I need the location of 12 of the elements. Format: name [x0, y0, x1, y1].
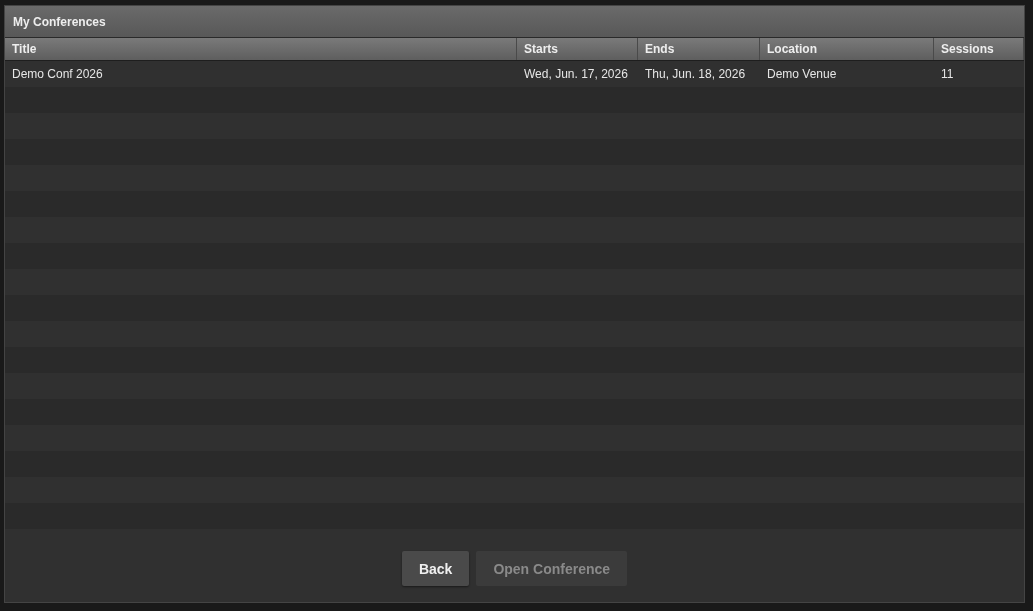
column-header[interactable]: Sessions	[934, 38, 1024, 60]
table-cell-text: 11	[940, 66, 955, 83]
column-header[interactable]: Location	[760, 38, 934, 60]
table-cell-text: Demo Conf 2026	[11, 66, 104, 83]
back-button[interactable]: Back	[401, 551, 470, 586]
column-header[interactable]: Title	[5, 38, 517, 60]
column-header[interactable]: Starts	[517, 38, 638, 60]
table-cell-text: Demo Venue	[766, 66, 838, 83]
table-cell-text: Wed, Jun. 17, 2026	[523, 66, 629, 83]
column-header[interactable]: Ends	[638, 38, 760, 60]
window-title: My Conferences	[5, 6, 1024, 38]
table-cell-text: Thu, Jun. 18, 2026	[644, 66, 747, 83]
